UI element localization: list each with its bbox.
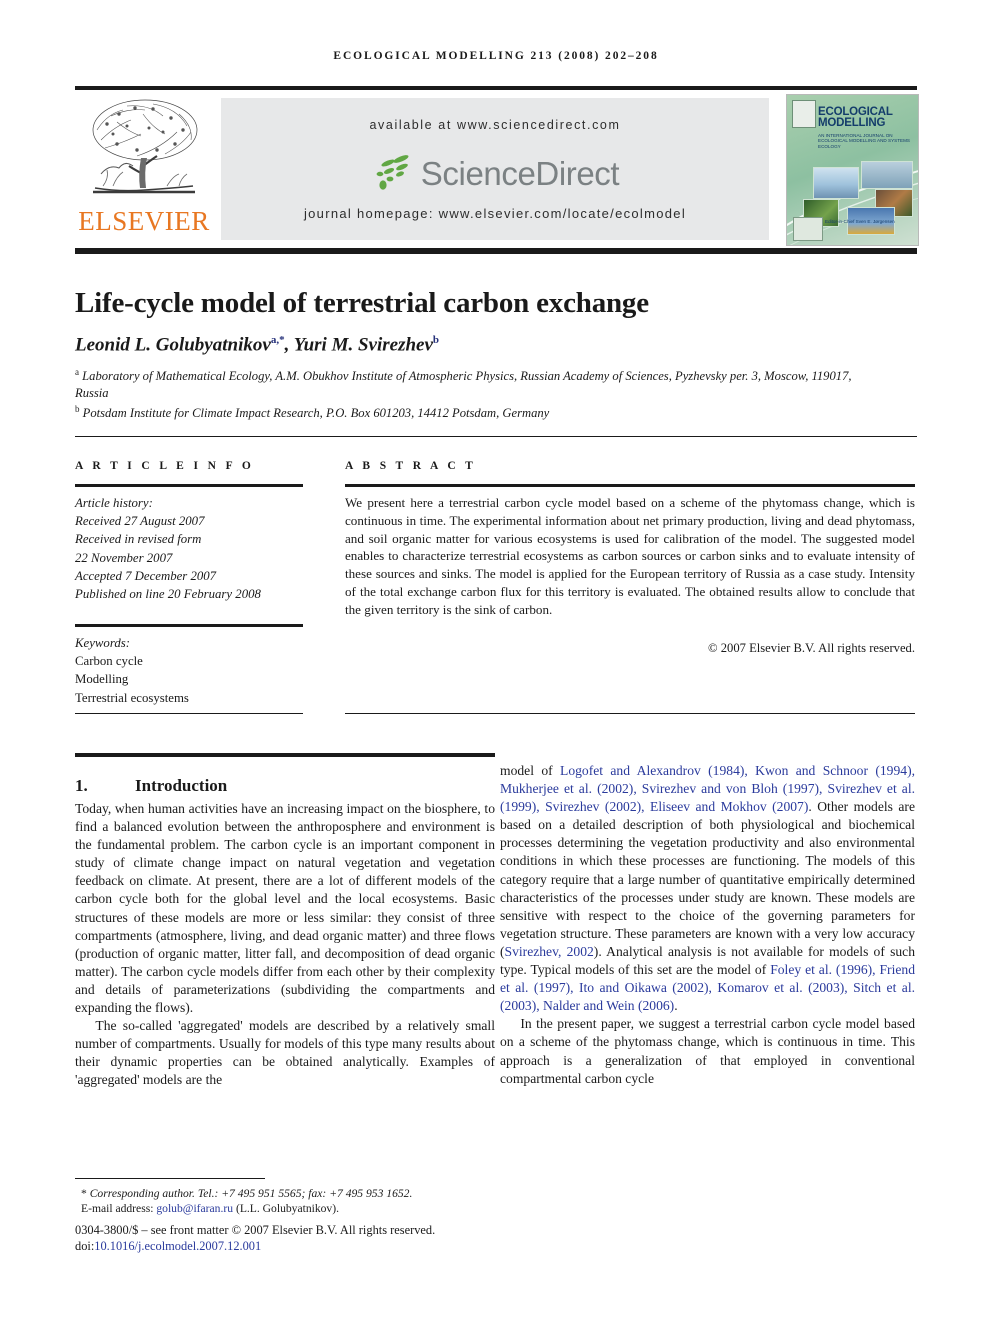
title-separator-rule (75, 248, 917, 254)
text-run: model of (500, 763, 561, 778)
keywords-label: Keywords: (75, 636, 130, 650)
text-run: . (674, 998, 678, 1014)
cover-subtitle: AN INTERNATIONAL JOURNAL ON ECOLOGICAL M… (818, 133, 910, 149)
abstract-rule (345, 484, 915, 487)
abstract-copyright: © 2007 Elsevier B.V. All rights reserved… (708, 641, 915, 655)
paragraph: In the present paper, we suggest a terre… (500, 1016, 915, 1086)
keyword-item: Modelling (75, 672, 129, 687)
journal-homepage-text: journal homepage: www.elsevier.com/locat… (303, 206, 687, 221)
email-note: E-mail address: golub@ifaran.ru (L.L. Go… (75, 1201, 495, 1216)
elsevier-tree-icon (83, 96, 205, 204)
citation-link-svirezhev-2002[interactable]: Svirezhev, 2002 (505, 944, 594, 959)
keywords-block: Keywords: Carbon cycle Modelling Terrest… (75, 634, 315, 707)
journal-article-page: Ecological Modelling 213 (2008) 202–208 (0, 0, 992, 1323)
article-info-heading: A R T I C L E I N F O (75, 460, 255, 472)
history-revised-label: Received in revised form (75, 532, 202, 547)
doi-line: doi:10.1016/j.ecolmodel.2007.12.001 (75, 1238, 535, 1254)
running-head: Ecological Modelling 213 (2008) 202–208 (333, 50, 659, 62)
doi-label: doi: (75, 1239, 95, 1254)
sciencedirect-leaf-icon (371, 154, 417, 194)
page-title: Life-cycle model of terrestrial carbon e… (75, 287, 649, 320)
section-heading-introduction: 1. Introduction (75, 776, 495, 796)
section-number: 1. (75, 776, 88, 796)
abstract-text: We present here a terrestrial carbon cyc… (345, 495, 915, 617)
abstract-heading: A B S T R A C T (345, 460, 477, 472)
cover-footer-text: Editor-in-Chief Sven E. Jørgensen (825, 219, 895, 224)
masthead: ELSEVIER available at www.sciencedirect.… (75, 86, 919, 246)
affiliation-a: a Laboratory of Mathematical Ecology, A.… (75, 367, 852, 400)
author-list: Leonid L. Golubyatnikova,*, Yuri M. Svir… (75, 334, 440, 356)
body-column-right: model of Logofet and Alexandrov (1984), … (500, 762, 915, 1088)
affiliation-b: b Potsdam Institute for Climate Impact R… (75, 404, 550, 421)
body-top-rule (75, 753, 495, 757)
sciencedirect-wordmark: ScienceDirect (420, 155, 620, 192)
abstract-bottom-rule (345, 713, 915, 714)
info-bottom-rule (75, 713, 303, 714)
cover-title: ECOLOGICAL MODELLING (818, 106, 893, 129)
elsevier-logo: ELSEVIER (75, 94, 213, 244)
article-info-rule (75, 484, 303, 487)
doi-link[interactable]: 10.1016/j.ecolmodel.2007.12.001 (94, 1239, 261, 1253)
article-history: Article history: Received 27 August 2007… (75, 494, 315, 603)
email-label: E-mail address: (81, 1202, 154, 1216)
paragraph: Today, when human activities have an inc… (75, 801, 495, 1016)
elsevier-wordmark: ELSEVIER (78, 206, 210, 236)
cover-photo-2 (861, 161, 913, 189)
history-revised-date: 22 November 2007 (75, 550, 173, 565)
paragraph: The so-called 'aggregated' models are de… (75, 1018, 495, 1088)
history-received: Received 27 August 2007 (75, 514, 205, 529)
masthead-top-rule (75, 86, 917, 90)
cover-footer-logo (793, 217, 823, 241)
history-accepted: Accepted 7 December 2007 (75, 568, 217, 583)
corresponding-author-note: * Corresponding author. Tel.: +7 495 951… (75, 1186, 495, 1201)
email-owner: (L.L. Golubyatnikov). (235, 1202, 339, 1216)
corresponding-author-text: Corresponding author. Tel.: +7 495 951 5… (89, 1187, 413, 1200)
section-title: Introduction (135, 776, 228, 796)
cover-elsevier-mark (792, 100, 816, 128)
asterisk-icon: * (81, 1187, 87, 1200)
body-column-left: Today, when human activities have an inc… (75, 800, 495, 1090)
journal-cover-thumbnail: ECOLOGICAL MODELLING AN INTERNATIONAL JO… (786, 94, 919, 246)
affiliations: a Laboratory of Mathematical Ecology, A.… (75, 364, 855, 422)
keyword-item: Carbon cycle (75, 654, 143, 669)
keyword-item: Terrestrial ecosystems (75, 690, 189, 705)
available-at-text: available at www.sciencedirect.com (369, 118, 621, 132)
sciencedirect-banner: available at www.sciencedirect.com Scien… (221, 98, 769, 240)
info-top-rule (75, 436, 917, 437)
history-published: Published on line 20 February 2008 (75, 587, 261, 602)
email-link[interactable]: golub@ifaran.ru (156, 1202, 233, 1215)
footnote-block: * Corresponding author. Tel.: +7 495 951… (75, 1186, 495, 1217)
paragraph: model of Logofet and Alexandrov (1984), … (500, 762, 915, 1015)
imprint-block: 0304-3800/$ – see front matter © 2007 El… (75, 1222, 535, 1255)
footnote-rule (75, 1178, 265, 1179)
keywords-rule (75, 624, 303, 627)
issn-line: 0304-3800/$ – see front matter © 2007 El… (75, 1223, 436, 1237)
cover-photo-1 (813, 167, 859, 199)
sciencedirect-logo: ScienceDirect (221, 150, 769, 198)
text-run: . Other models are based on a detailed d… (500, 799, 915, 959)
history-label: Article history: (75, 496, 153, 510)
